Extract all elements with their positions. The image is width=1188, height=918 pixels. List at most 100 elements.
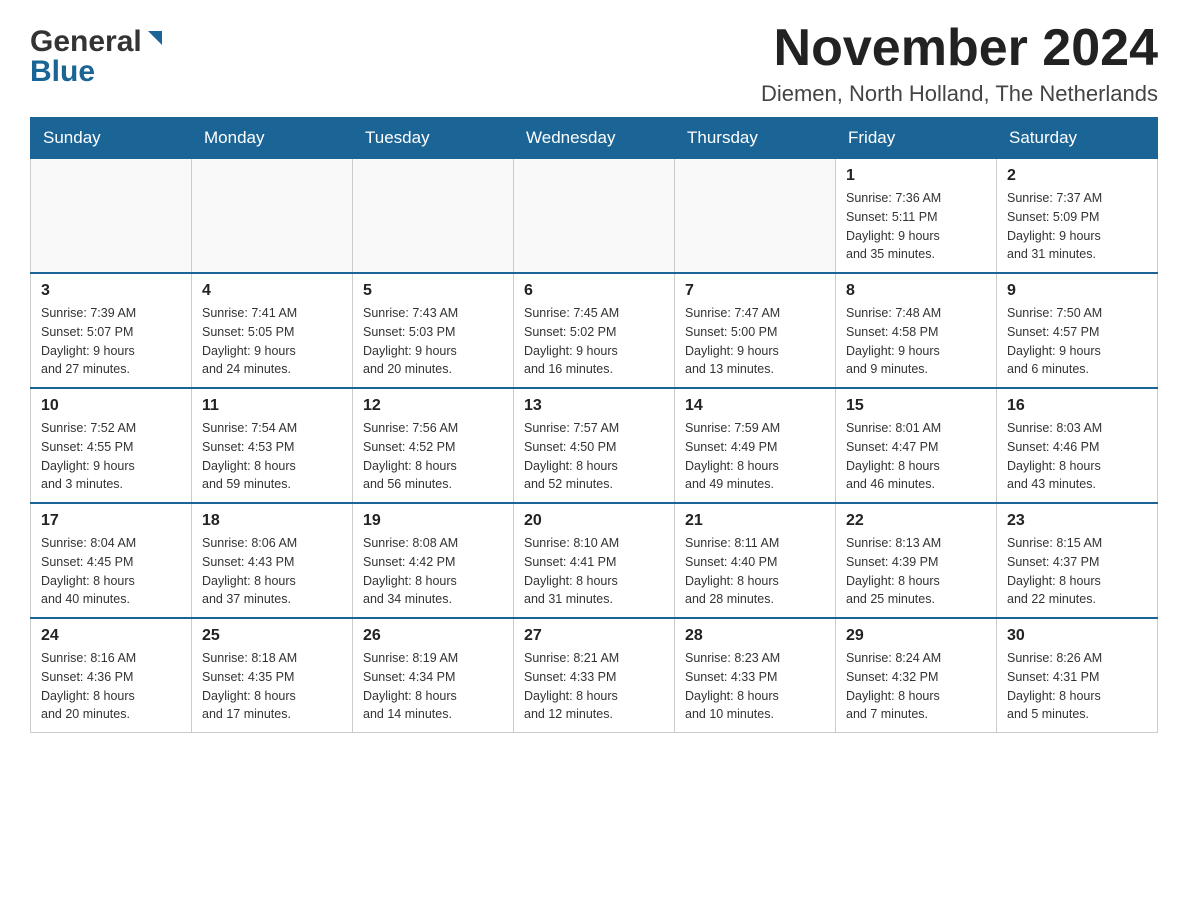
logo: General Blue [30, 20, 166, 89]
day-number: 11 [202, 397, 342, 415]
day-number: 24 [41, 627, 181, 645]
day-number: 28 [685, 627, 825, 645]
week-row-1: 1Sunrise: 7:36 AMSunset: 5:11 PMDaylight… [31, 159, 1158, 274]
day-info: Sunrise: 8:06 AMSunset: 4:43 PMDaylight:… [202, 534, 342, 609]
calendar-cell: 23 Sunrise: 8:15 AMSunset: 4:37 PMDayligh… [997, 503, 1158, 618]
header-day-tuesday: Tuesday [353, 118, 514, 159]
day-number: 27 [524, 627, 664, 645]
month-title: November 2024 [761, 20, 1158, 77]
day-info: Sunrise: 8:11 AMSunset: 4:40 PMDaylight:… [685, 534, 825, 609]
week-row-3: 10 Sunrise: 7:52 AMSunset: 4:55 PMDayligh… [31, 388, 1158, 503]
day-info: Sunrise: 7:45 AMSunset: 5:02 PMDaylight:… [524, 304, 664, 379]
day-info: Sunrise: 8:18 AMSunset: 4:35 PMDaylight:… [202, 649, 342, 724]
header-day-friday: Friday [836, 118, 997, 159]
day-number: 19 [363, 512, 503, 530]
day-number: 2 [1007, 167, 1147, 185]
day-info: Sunrise: 8:15 AMSunset: 4:37 PMDaylight:… [1007, 534, 1147, 609]
day-info: Sunrise: 8:24 AMSunset: 4:32 PMDaylight:… [846, 649, 986, 724]
calendar-table: SundayMondayTuesdayWednesdayThursdayFrid… [30, 117, 1158, 733]
day-info: Sunrise: 8:13 AMSunset: 4:39 PMDaylight:… [846, 534, 986, 609]
day-number: 14 [685, 397, 825, 415]
calendar-cell: 3 Sunrise: 7:39 AMSunset: 5:07 PMDaylight… [31, 273, 192, 388]
day-number: 15 [846, 397, 986, 415]
calendar-cell: 4 Sunrise: 7:41 AMSunset: 5:05 PMDaylight… [192, 273, 353, 388]
day-info: Sunrise: 7:39 AMSunset: 5:07 PMDaylight:… [41, 304, 181, 379]
calendar-cell: 30 Sunrise: 8:26 AMSunset: 4:31 PMDayligh… [997, 618, 1158, 733]
day-number: 26 [363, 627, 503, 645]
day-number: 21 [685, 512, 825, 530]
title-section: November 2024 Diemen, North Holland, The… [761, 20, 1158, 107]
location-title: Diemen, North Holland, The Netherlands [761, 81, 1158, 107]
calendar-cell: 28 Sunrise: 8:23 AMSunset: 4:33 PMDayligh… [675, 618, 836, 733]
calendar-cell: 2 Sunrise: 7:37 AMSunset: 5:09 PMDaylight… [997, 159, 1158, 274]
calendar-cell: 11 Sunrise: 7:54 AMSunset: 4:53 PMDayligh… [192, 388, 353, 503]
header-day-saturday: Saturday [997, 118, 1158, 159]
day-number: 8 [846, 282, 986, 300]
logo-blue-text: Blue [30, 55, 95, 89]
calendar-cell [31, 159, 192, 274]
calendar-cell [192, 159, 353, 274]
calendar-cell: 29Sunrise: 8:24 AMSunset: 4:32 PMDayligh… [836, 618, 997, 733]
day-number: 17 [41, 512, 181, 530]
day-number: 12 [363, 397, 503, 415]
day-info: Sunrise: 7:57 AMSunset: 4:50 PMDaylight:… [524, 419, 664, 494]
logo-arrow-icon [144, 27, 166, 54]
calendar-cell: 21 Sunrise: 8:11 AMSunset: 4:40 PMDayligh… [675, 503, 836, 618]
header-day-sunday: Sunday [31, 118, 192, 159]
day-info: Sunrise: 7:52 AMSunset: 4:55 PMDaylight:… [41, 419, 181, 494]
day-number: 6 [524, 282, 664, 300]
calendar-cell: 8Sunrise: 7:48 AMSunset: 4:58 PMDaylight… [836, 273, 997, 388]
calendar-cell: 22 Sunrise: 8:13 AMSunset: 4:39 PMDayligh… [836, 503, 997, 618]
calendar-header-row: SundayMondayTuesdayWednesdayThursdayFrid… [31, 118, 1158, 159]
calendar-cell: 5Sunrise: 7:43 AMSunset: 5:03 PMDaylight… [353, 273, 514, 388]
calendar-cell: 25 Sunrise: 8:18 AMSunset: 4:35 PMDayligh… [192, 618, 353, 733]
calendar-cell: 10 Sunrise: 7:52 AMSunset: 4:55 PMDayligh… [31, 388, 192, 503]
day-number: 4 [202, 282, 342, 300]
calendar-cell: 24 Sunrise: 8:16 AMSunset: 4:36 PMDayligh… [31, 618, 192, 733]
day-info: Sunrise: 8:21 AMSunset: 4:33 PMDaylight:… [524, 649, 664, 724]
day-number: 25 [202, 627, 342, 645]
day-info: Sunrise: 7:59 AMSunset: 4:49 PMDaylight:… [685, 419, 825, 494]
calendar-cell: 9 Sunrise: 7:50 AMSunset: 4:57 PMDaylight… [997, 273, 1158, 388]
day-info: Sunrise: 7:47 AMSunset: 5:00 PMDaylight:… [685, 304, 825, 379]
day-number: 20 [524, 512, 664, 530]
week-row-2: 3 Sunrise: 7:39 AMSunset: 5:07 PMDaylight… [31, 273, 1158, 388]
day-info: Sunrise: 7:41 AMSunset: 5:05 PMDaylight:… [202, 304, 342, 379]
calendar-cell: 18 Sunrise: 8:06 AMSunset: 4:43 PMDayligh… [192, 503, 353, 618]
calendar-cell: 6 Sunrise: 7:45 AMSunset: 5:02 PMDaylight… [514, 273, 675, 388]
calendar-cell: 13 Sunrise: 7:57 AMSunset: 4:50 PMDayligh… [514, 388, 675, 503]
calendar-cell: 12Sunrise: 7:56 AMSunset: 4:52 PMDayligh… [353, 388, 514, 503]
day-info: Sunrise: 8:23 AMSunset: 4:33 PMDaylight:… [685, 649, 825, 724]
day-info: Sunrise: 8:01 AMSunset: 4:47 PMDaylight:… [846, 419, 986, 494]
day-number: 10 [41, 397, 181, 415]
calendar-cell: 26 Sunrise: 8:19 AMSunset: 4:34 PMDayligh… [353, 618, 514, 733]
day-number: 22 [846, 512, 986, 530]
day-info: Sunrise: 8:08 AMSunset: 4:42 PMDaylight:… [363, 534, 503, 609]
day-number: 3 [41, 282, 181, 300]
day-info: Sunrise: 8:19 AMSunset: 4:34 PMDaylight:… [363, 649, 503, 724]
header-day-wednesday: Wednesday [514, 118, 675, 159]
day-number: 1 [846, 167, 986, 185]
day-number: 7 [685, 282, 825, 300]
calendar-cell [675, 159, 836, 274]
week-row-4: 17 Sunrise: 8:04 AMSunset: 4:45 PMDayligh… [31, 503, 1158, 618]
day-info: Sunrise: 7:54 AMSunset: 4:53 PMDaylight:… [202, 419, 342, 494]
calendar-cell: 15 Sunrise: 8:01 AMSunset: 4:47 PMDayligh… [836, 388, 997, 503]
header-day-thursday: Thursday [675, 118, 836, 159]
calendar-cell [353, 159, 514, 274]
day-info: Sunrise: 8:16 AMSunset: 4:36 PMDaylight:… [41, 649, 181, 724]
calendar-cell: 14 Sunrise: 7:59 AMSunset: 4:49 PMDayligh… [675, 388, 836, 503]
day-number: 9 [1007, 282, 1147, 300]
day-number: 13 [524, 397, 664, 415]
day-number: 23 [1007, 512, 1147, 530]
calendar-cell: 17 Sunrise: 8:04 AMSunset: 4:45 PMDayligh… [31, 503, 192, 618]
day-info: Sunrise: 8:26 AMSunset: 4:31 PMDaylight:… [1007, 649, 1147, 724]
day-info: Sunrise: 8:04 AMSunset: 4:45 PMDaylight:… [41, 534, 181, 609]
day-number: 30 [1007, 627, 1147, 645]
day-number: 18 [202, 512, 342, 530]
day-info: Sunrise: 7:37 AMSunset: 5:09 PMDaylight:… [1007, 189, 1147, 264]
calendar-cell [514, 159, 675, 274]
logo-general-text: General [30, 25, 142, 59]
calendar-cell: 1Sunrise: 7:36 AMSunset: 5:11 PMDaylight… [836, 159, 997, 274]
day-info: Sunrise: 7:50 AMSunset: 4:57 PMDaylight:… [1007, 304, 1147, 379]
